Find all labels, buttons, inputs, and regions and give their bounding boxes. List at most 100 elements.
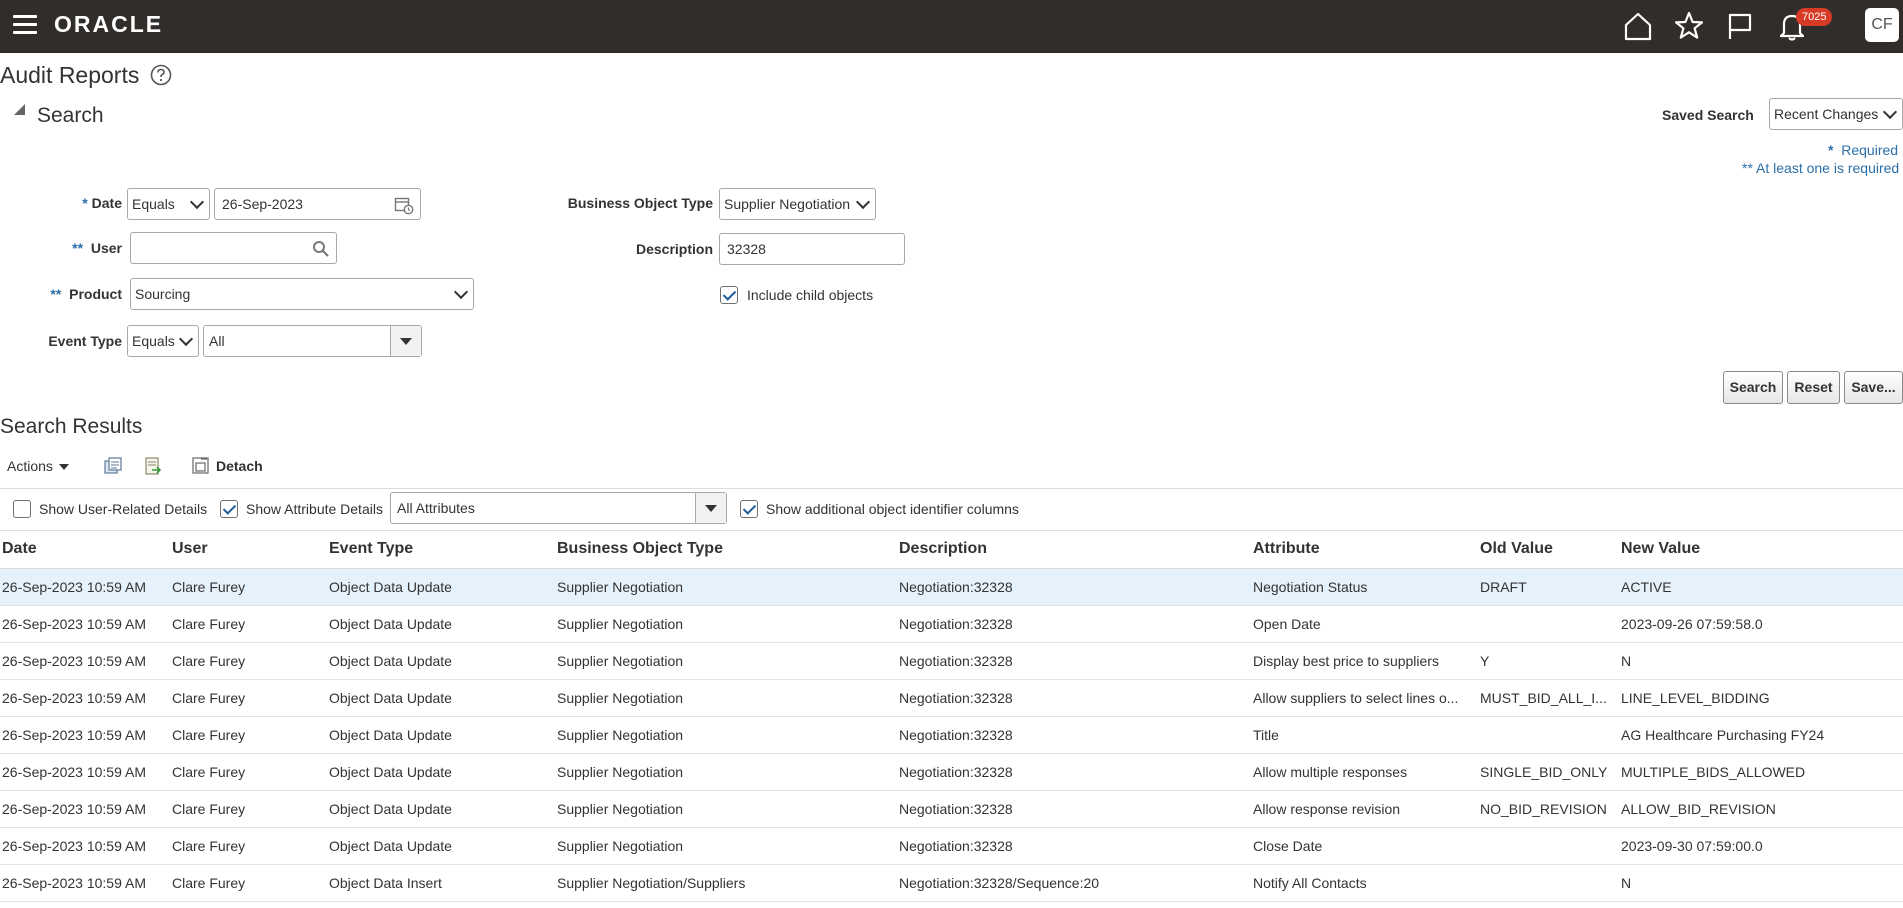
cell-business-object-type: Supplier Negotiation (557, 764, 684, 780)
cell-business-object-type: Supplier Negotiation (557, 653, 684, 669)
help-icon[interactable] (150, 64, 172, 86)
date-label: * Date (60, 195, 122, 211)
include-child-objects-checkbox[interactable] (720, 286, 738, 304)
cell-description: Negotiation:32328 (899, 690, 1013, 706)
cell-attribute: Notify All Contacts (1253, 875, 1367, 891)
saved-search-select[interactable]: Recent Changes (1769, 98, 1903, 130)
top-bar: ORACLE 7025 CF (0, 0, 1903, 53)
table-row[interactable]: 26-Sep-2023 10:59 AM Clare Furey Object Da… (0, 828, 1903, 865)
cell-new-value: MULTIPLE_BIDS_ALLOWED (1621, 764, 1806, 780)
hamburger-icon[interactable] (13, 14, 37, 34)
export-icon[interactable] (143, 456, 163, 476)
user-input[interactable] (130, 232, 337, 264)
business-object-type-value: Supplier Negotiation (724, 196, 851, 212)
cell-date: 26-Sep-2023 10:59 AM (2, 653, 146, 669)
show-user-related-details-label: Show User-Related Details (39, 501, 208, 517)
reset-button[interactable]: Reset (1787, 371, 1840, 404)
oracle-logo[interactable]: ORACLE (54, 11, 163, 38)
event-type-combobox[interactable]: All (203, 325, 422, 357)
column-header-attribute[interactable]: Attribute (1253, 540, 1320, 558)
cell-new-value: AG Healthcare Purchasing FY24 (1621, 727, 1825, 743)
table-row[interactable]: 26-Sep-2023 10:59 AM Clare Furey Object Da… (0, 754, 1903, 791)
favorites-star-icon[interactable] (1672, 9, 1706, 43)
table-top-divider (0, 530, 1903, 531)
date-operator-select[interactable]: Equals (127, 188, 210, 220)
cell-event-type: Object Data Update (329, 579, 452, 595)
table-row[interactable]: 26-Sep-2023 10:59 AM Clare Furey Object Da… (0, 680, 1903, 717)
column-header-user[interactable]: User (172, 540, 208, 558)
cell-user: Clare Furey (172, 875, 246, 891)
cell-user: Clare Furey (172, 690, 246, 706)
column-header-event-type[interactable]: Event Type (329, 540, 413, 558)
search-section-title: Search (37, 104, 104, 127)
cell-attribute: Allow suppliers to select lines o... (1253, 690, 1459, 706)
detach-icon[interactable] (191, 456, 211, 476)
cell-event-type: Object Data Update (329, 801, 452, 817)
home-icon[interactable] (1621, 9, 1655, 43)
column-header-business-object-type[interactable]: Business Object Type (557, 540, 723, 558)
table-row[interactable]: 26-Sep-2023 10:59 AM Clare Furey Object Da… (0, 717, 1903, 754)
cell-old-value: Y (1480, 653, 1490, 669)
search-collapse-toggle[interactable] (14, 104, 25, 115)
search-results-title: Search Results (0, 415, 143, 438)
table-row[interactable]: 26-Sep-2023 10:59 AM Clare Furey Object Da… (0, 643, 1903, 680)
cell-user: Clare Furey (172, 727, 246, 743)
avatar[interactable]: CF (1865, 8, 1899, 42)
cell-attribute: Close Date (1253, 838, 1323, 854)
cell-description: Negotiation:32328 (899, 579, 1013, 595)
dropdown-arrow-icon[interactable] (695, 493, 726, 523)
date-input[interactable]: 26-Sep-2023 (214, 188, 421, 220)
description-input[interactable]: 32328 (719, 233, 905, 265)
search-button[interactable]: Search (1723, 371, 1783, 404)
event-type-operator-value: Equals (132, 333, 175, 349)
event-type-value: All (209, 333, 225, 349)
table-row[interactable]: 26-Sep-2023 10:59 AM Clare Furey Object Da… (0, 791, 1903, 828)
query-by-example-icon[interactable] (103, 456, 123, 476)
cell-business-object-type: Supplier Negotiation (557, 579, 684, 595)
event-type-operator-select[interactable]: Equals (127, 325, 199, 357)
product-select[interactable]: Sourcing (130, 278, 474, 310)
table-row[interactable]: 26-Sep-2023 10:59 AM Clare Furey Object Da… (0, 606, 1903, 643)
show-attribute-details-checkbox[interactable] (220, 500, 238, 518)
product-required-star: ** (50, 286, 62, 302)
dropdown-arrow-icon[interactable] (390, 326, 421, 356)
detach-button[interactable]: Detach (216, 458, 263, 474)
column-header-old-value[interactable]: Old Value (1480, 540, 1553, 558)
calendar-icon[interactable] (394, 195, 414, 215)
actions-menu[interactable]: Actions (7, 458, 69, 474)
cell-date: 26-Sep-2023 10:59 AM (2, 690, 146, 706)
table-row[interactable]: 26-Sep-2023 10:59 AM Clare Furey Object Da… (0, 865, 1903, 902)
column-header-new-value[interactable]: New Value (1621, 540, 1700, 558)
cell-event-type: Object Data Update (329, 653, 452, 669)
cell-attribute: Title (1253, 727, 1279, 743)
cell-event-type: Object Data Update (329, 838, 452, 854)
date-operator-value: Equals (132, 196, 175, 212)
cell-date: 26-Sep-2023 10:59 AM (2, 838, 146, 854)
column-header-description[interactable]: Description (899, 540, 987, 558)
at-least-one-note: ** At least one is required (1742, 160, 1900, 176)
cell-business-object-type: Supplier Negotiation (557, 801, 684, 817)
show-additional-columns-checkbox[interactable] (740, 500, 758, 518)
cell-new-value: N (1621, 653, 1632, 669)
save-button[interactable]: Save... (1844, 371, 1903, 404)
cell-old-value: MUST_BID_ALL_I... (1480, 690, 1607, 706)
cell-user: Clare Furey (172, 653, 246, 669)
chevron-down-icon (178, 331, 194, 347)
show-user-related-details-checkbox[interactable] (13, 500, 31, 518)
description-label: Description (635, 241, 713, 257)
table-row[interactable]: 26-Sep-2023 10:59 AM Clare Furey Object Da… (0, 569, 1903, 606)
cell-description: Negotiation:32328 (899, 616, 1013, 632)
flag-icon[interactable] (1723, 9, 1757, 43)
cell-event-type: Object Data Insert (329, 875, 442, 891)
business-object-type-select[interactable]: Supplier Negotiation (719, 188, 876, 220)
column-header-date[interactable]: Date (2, 540, 37, 558)
user-label-text: User (90, 240, 122, 256)
cell-user: Clare Furey (172, 838, 246, 854)
attributes-combobox[interactable]: All Attributes (390, 492, 727, 524)
cell-business-object-type: Supplier Negotiation (557, 727, 684, 743)
chevron-down-icon (855, 194, 871, 210)
notification-badge: 7025 (1796, 8, 1833, 26)
required-text: Required (1841, 142, 1899, 158)
cell-new-value: ALLOW_BID_REVISION (1621, 801, 1776, 817)
search-icon[interactable] (312, 240, 330, 258)
